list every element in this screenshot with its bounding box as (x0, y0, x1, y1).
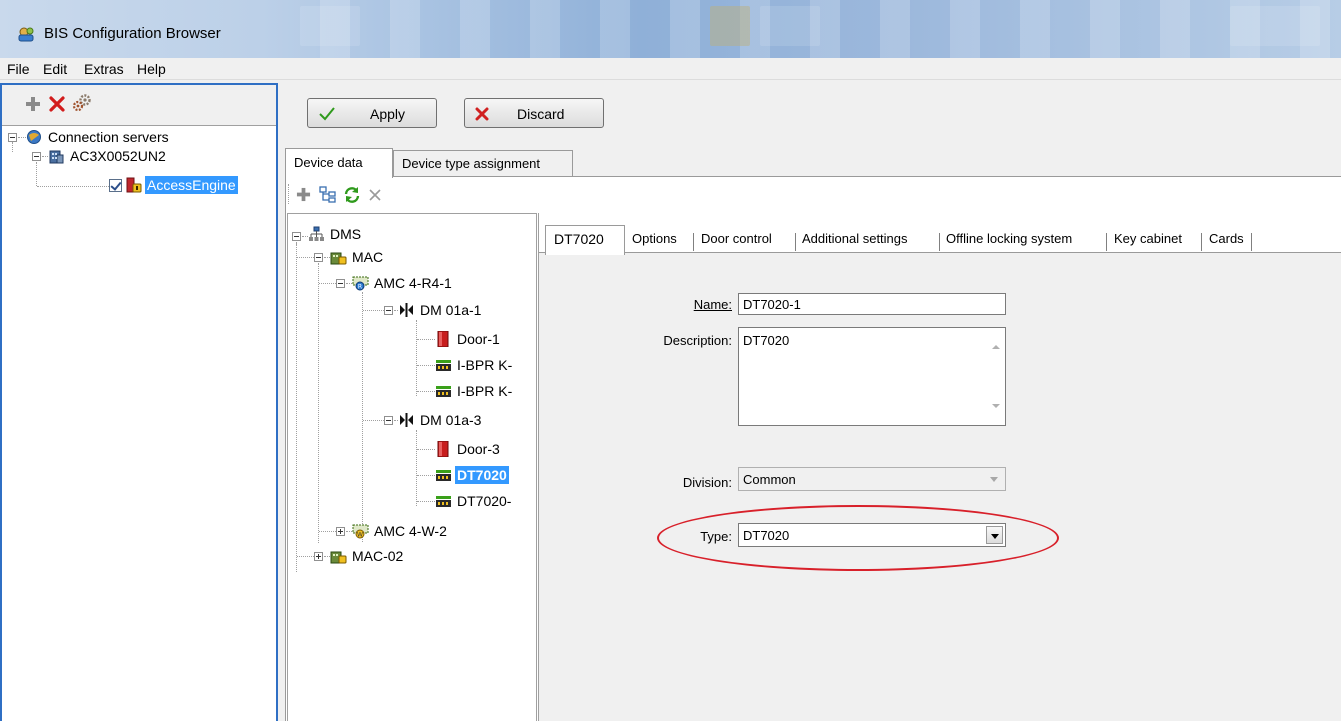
tree-node-mac-02[interactable]: MAC-02 (330, 546, 405, 566)
menu-help[interactable]: Help (137, 61, 166, 77)
reader-icon (436, 386, 451, 397)
collapse-toggle[interactable] (384, 306, 393, 315)
reader-icon (436, 496, 451, 507)
device-toolbar (288, 181, 538, 209)
menu-bar: File Edit Extras Help (0, 58, 1341, 80)
close-icon[interactable] (369, 189, 381, 201)
door-model-icon (400, 303, 413, 317)
collapse-toggle[interactable] (314, 253, 323, 262)
description-label: Description: (663, 333, 732, 348)
scroll-up-arrow[interactable] (992, 345, 1000, 349)
collapse-toggle[interactable] (336, 279, 345, 288)
amc-controller-icon: W (352, 524, 369, 539)
tree-structure-icon[interactable] (319, 186, 337, 203)
checkmark-icon (319, 107, 335, 121)
collapse-toggle[interactable] (8, 133, 17, 142)
tree-node-dm-01a-1[interactable]: DM 01a-1 (398, 300, 483, 320)
discard-button[interactable]: Discard (464, 98, 604, 128)
device-tree: DMS MAC R AMC 4-R4-1 DM 01a-1 Door-1 I-B… (287, 213, 537, 721)
building-icon (49, 150, 64, 164)
amc-controller-icon: R (352, 276, 369, 291)
chevron-down-icon (990, 477, 998, 482)
tab-options[interactable]: Options (632, 231, 677, 246)
reader-icon (436, 470, 451, 481)
tree-node-server[interactable]: AC3X0052UN2 (48, 146, 168, 166)
door-icon (437, 441, 449, 457)
settings-gears-icon[interactable] (72, 94, 92, 112)
tree-node-amc-4-w-2[interactable]: W AMC 4-W-2 (352, 521, 449, 541)
tab-dt7020-label[interactable]: DT7020 (554, 231, 604, 247)
description-textarea[interactable]: DT7020 (738, 327, 1006, 426)
division-label: Division: (682, 475, 732, 490)
name-input[interactable]: DT7020-1 (738, 293, 1006, 315)
tree-node-amc-4-r4-1[interactable]: R AMC 4-R4-1 (352, 273, 454, 293)
highlight-ellipse-annotation (657, 505, 1059, 571)
door-icon (437, 331, 449, 347)
plus-icon[interactable] (25, 96, 41, 112)
refresh-icon[interactable] (343, 186, 361, 203)
detail-tab-strip: DT7020 Options Door control Additional s… (539, 225, 1341, 255)
tree-node-dt7020-selected[interactable]: DT7020 (435, 465, 509, 485)
menu-edit[interactable]: Edit (43, 61, 67, 77)
title-bar-decoration (710, 6, 750, 46)
menu-extras[interactable]: Extras (84, 61, 124, 77)
expand-toggle[interactable] (336, 527, 345, 536)
tree-node-door-3[interactable]: Door-3 (435, 439, 502, 459)
tree-node-dt7020-2[interactable]: DT7020- (435, 491, 513, 511)
tab-device-type-assignment[interactable]: Device type assignment (393, 150, 573, 176)
server-toolbar (2, 85, 276, 123)
collapse-toggle[interactable] (384, 416, 393, 425)
tab-cards[interactable]: Cards (1209, 231, 1244, 246)
plus-icon[interactable] (296, 187, 311, 202)
mac-controller-icon (330, 551, 347, 564)
tree-node-connection-servers[interactable]: Connection servers (26, 127, 171, 147)
title-bar-decoration (1230, 6, 1320, 46)
tab-device-data[interactable]: Device data (285, 148, 393, 178)
tree-node-mac[interactable]: MAC (330, 247, 385, 267)
title-bar-decoration (300, 6, 360, 46)
server-pane: Connection servers AC3X0052UN2 AccessEng… (0, 83, 278, 721)
title-bar-decoration (760, 6, 820, 46)
window-title: BIS Configuration Browser (44, 25, 221, 42)
door-model-icon (400, 413, 413, 427)
division-select[interactable]: Common (738, 467, 1006, 491)
tab-door-control[interactable]: Door control (701, 231, 772, 246)
access-engine-checkbox[interactable] (109, 178, 122, 192)
description-scrollbar[interactable] (987, 328, 1005, 425)
tab-offline-locking-system[interactable]: Offline locking system (946, 231, 1072, 246)
svg-text:R: R (358, 284, 362, 291)
tree-node-door-1[interactable]: Door-1 (435, 329, 502, 349)
apply-button[interactable]: Apply (307, 98, 437, 128)
tree-node-dm-01a-3[interactable]: DM 01a-3 (398, 410, 483, 430)
globe-server-icon (27, 130, 41, 144)
delete-icon[interactable] (49, 96, 65, 112)
server-tree: Connection servers AC3X0052UN2 AccessEng… (2, 125, 276, 721)
name-label: Name: (693, 297, 732, 312)
tree-node-dms[interactable]: DMS (308, 224, 363, 244)
tree-node-access-engine[interactable]: AccessEngine (109, 175, 238, 195)
collapse-toggle[interactable] (292, 232, 301, 241)
discard-x-icon (475, 107, 489, 121)
access-engine-icon (126, 177, 142, 193)
title-bar: BIS Configuration Browser (0, 0, 1341, 58)
menu-file[interactable]: File (7, 61, 30, 77)
tab-additional-settings[interactable]: Additional settings (802, 231, 908, 246)
svg-text:W: W (357, 532, 363, 539)
tree-node-reader[interactable]: I-BPR K- (435, 381, 514, 401)
collapse-toggle[interactable] (32, 152, 41, 161)
reader-icon (436, 360, 451, 371)
division-dropdown-button[interactable] (986, 470, 1003, 488)
scroll-down-arrow[interactable] (992, 404, 1000, 408)
tab-key-cabinet[interactable]: Key cabinet (1114, 231, 1182, 246)
network-icon (309, 226, 324, 241)
app-icon (18, 27, 34, 42)
tree-node-reader[interactable]: I-BPR K- (435, 355, 514, 375)
mac-controller-icon (330, 252, 347, 265)
expand-toggle[interactable] (314, 552, 323, 561)
